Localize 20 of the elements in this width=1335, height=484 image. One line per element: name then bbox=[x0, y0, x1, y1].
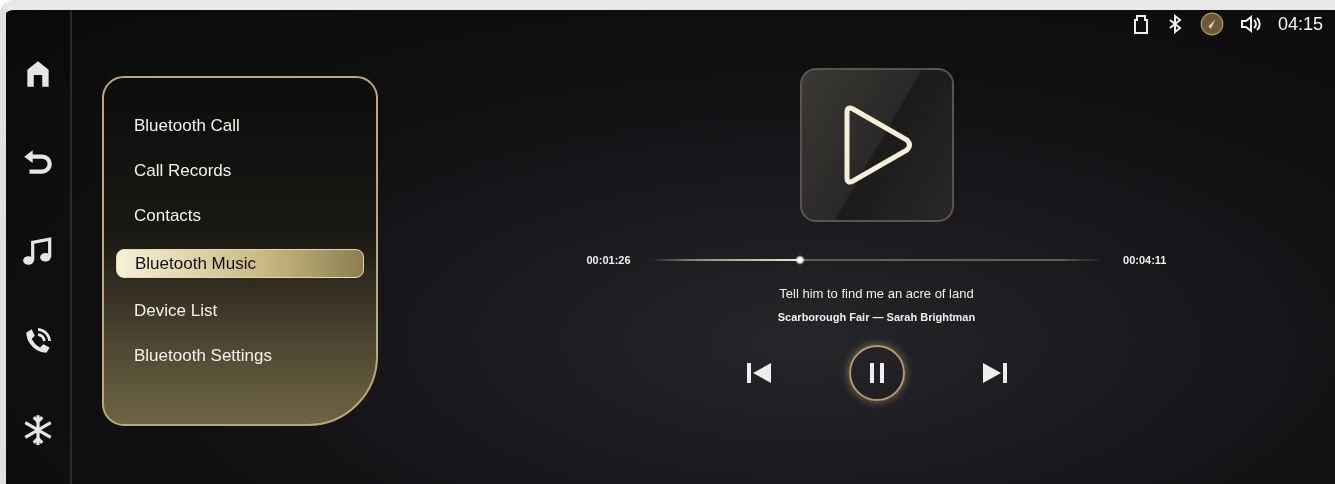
volume-icon bbox=[1239, 14, 1262, 34]
skip-forward-icon bbox=[980, 361, 1009, 385]
previous-button[interactable] bbox=[744, 361, 773, 385]
usb-icon bbox=[1131, 14, 1150, 34]
compass-icon bbox=[1199, 12, 1224, 36]
menu-item[interactable]: Bluetooth Music bbox=[116, 249, 364, 278]
menu-item[interactable]: Bluetooth Call bbox=[116, 114, 364, 138]
pause-button[interactable] bbox=[848, 345, 905, 401]
menu-item[interactable]: Contacts bbox=[116, 204, 364, 228]
track-title: Scarborough Fair — Sarah Brightman bbox=[777, 311, 976, 323]
menu-item[interactable]: Device List bbox=[116, 299, 364, 323]
duration-time: 00:04:11 bbox=[1123, 254, 1167, 266]
skip-back-icon bbox=[744, 361, 773, 385]
lyric-line: Tell him to find me an acre of land bbox=[779, 286, 974, 301]
menu-item[interactable]: Bluetooth Settings bbox=[116, 344, 364, 368]
next-button[interactable] bbox=[980, 361, 1009, 385]
menu-item[interactable]: Call Records bbox=[116, 159, 364, 183]
elapsed-time: 00:01:26 bbox=[586, 254, 631, 266]
progress-thumb[interactable] bbox=[794, 255, 805, 265]
clock-time: 04:15 bbox=[1277, 13, 1323, 35]
